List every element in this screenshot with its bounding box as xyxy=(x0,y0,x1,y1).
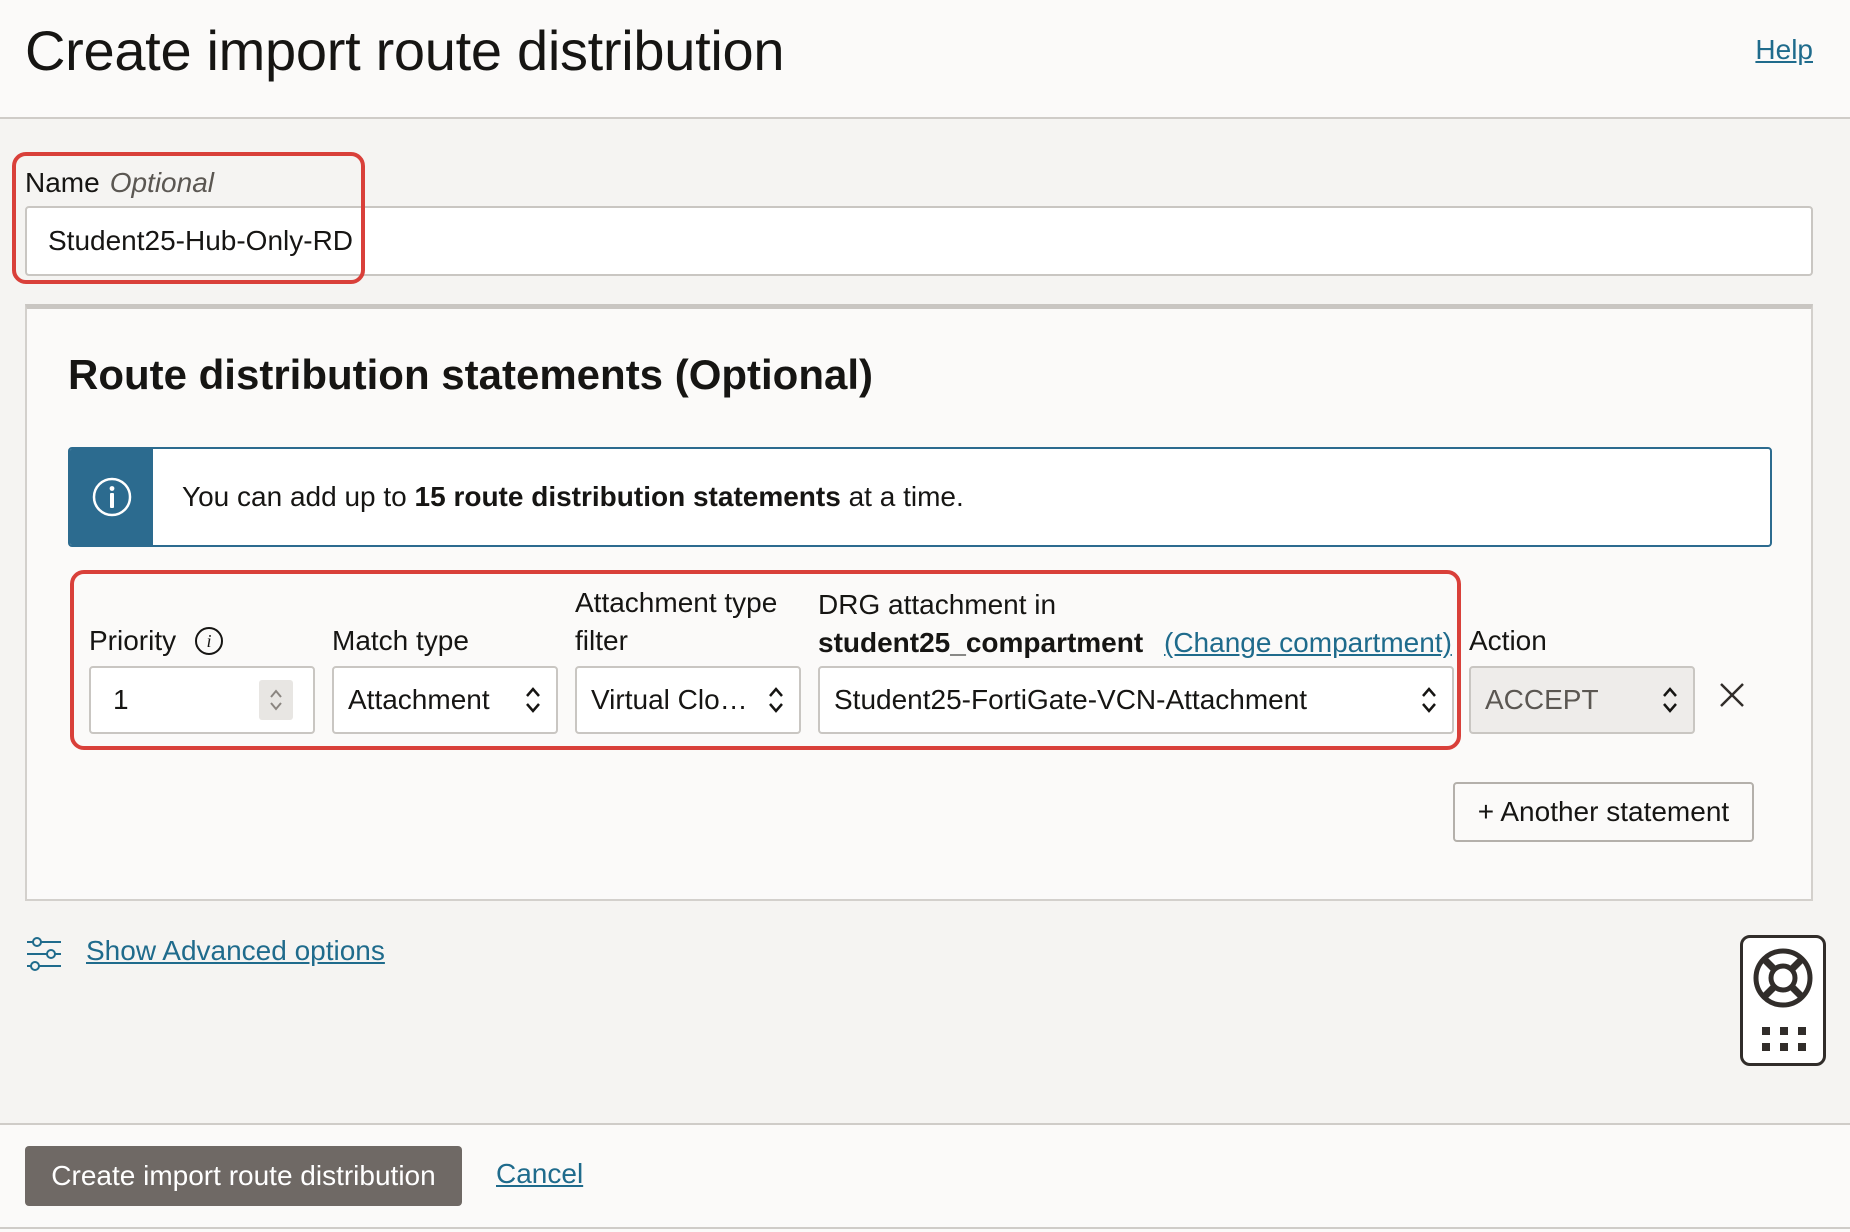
name-field-label: Name Optional xyxy=(25,167,214,199)
select-chevron-icon xyxy=(769,687,783,713)
info-suffix: at a time. xyxy=(840,481,964,512)
select-chevron-icon xyxy=(526,687,540,713)
page-title: Create import route distribution xyxy=(25,19,785,82)
remove-statement-icon[interactable] xyxy=(1717,680,1747,710)
drg-attachment-select[interactable]: Student25-FortiGate-VCN-Attachment xyxy=(818,666,1454,734)
priority-label-text: Priority xyxy=(89,625,177,656)
attachment-type-select[interactable]: Virtual Clo… xyxy=(575,666,801,734)
optional-label: Optional xyxy=(109,167,214,198)
cancel-link[interactable]: Cancel xyxy=(496,1158,583,1190)
page-header: Create import route distribution Help xyxy=(0,0,1850,119)
match-type-label: Match type xyxy=(332,625,469,656)
drg-attachment-value: Student25-FortiGate-VCN-Attachment xyxy=(834,684,1308,715)
priority-label: Priority i xyxy=(89,621,224,660)
statements-title: Route distribution statements (Optional) xyxy=(68,351,873,398)
action-value: ACCEPT xyxy=(1485,684,1599,715)
drg-attachment-label: DRG attachment in xyxy=(818,589,1057,620)
action-label: Action xyxy=(1469,625,1547,656)
sliders-icon xyxy=(27,937,61,971)
grid-dots-icon xyxy=(1762,1027,1806,1051)
priority-value: 1 xyxy=(113,684,129,715)
info-icon xyxy=(92,477,131,517)
change-compartment-link[interactable]: (Change compartment) xyxy=(1164,623,1452,662)
info-bold: 15 route distribution statements xyxy=(414,481,841,512)
info-prefix: You can add up to xyxy=(182,481,415,512)
select-chevron-icon xyxy=(1422,687,1436,713)
info-message: You can add up to 15 route distribution … xyxy=(182,481,964,513)
select-chevron-icon xyxy=(1663,687,1677,713)
action-select[interactable]: ACCEPT xyxy=(1469,666,1695,734)
name-input[interactable] xyxy=(25,206,1813,276)
match-type-select[interactable]: Attachment xyxy=(332,666,558,734)
attachment-type-label-line2: filter xyxy=(575,625,628,656)
info-strip xyxy=(70,449,153,545)
attachment-type-value: Virtual Clo… xyxy=(591,684,748,715)
lifebuoy-icon xyxy=(1753,948,1813,1008)
page-footer: Create import route distribution Cancel xyxy=(0,1123,1850,1232)
attachment-type-label-line1: Attachment type xyxy=(575,587,778,618)
svg-text:i: i xyxy=(206,631,211,651)
route-distribution-statements-panel: Route distribution statements (Optional)… xyxy=(25,304,1813,901)
info-circle-icon[interactable]: i xyxy=(194,626,224,656)
footer-divider xyxy=(0,1227,1850,1229)
match-type-value: Attachment xyxy=(348,684,490,715)
create-import-route-distribution-button[interactable]: Create import route distribution xyxy=(25,1146,462,1206)
stepper-chevrons-icon xyxy=(270,689,282,711)
help-link[interactable]: Help xyxy=(1755,34,1813,66)
priority-input[interactable]: 1 xyxy=(89,666,315,734)
drg-compartment-label: student25_compartment xyxy=(818,627,1144,658)
show-advanced-options-link[interactable]: Show Advanced options xyxy=(86,935,385,967)
help-widget[interactable] xyxy=(1740,935,1826,1066)
add-statement-button[interactable]: + Another statement xyxy=(1453,782,1754,842)
info-banner: You can add up to 15 route distribution … xyxy=(68,447,1772,547)
name-label-text: Name xyxy=(25,167,100,198)
priority-stepper[interactable] xyxy=(259,680,293,720)
